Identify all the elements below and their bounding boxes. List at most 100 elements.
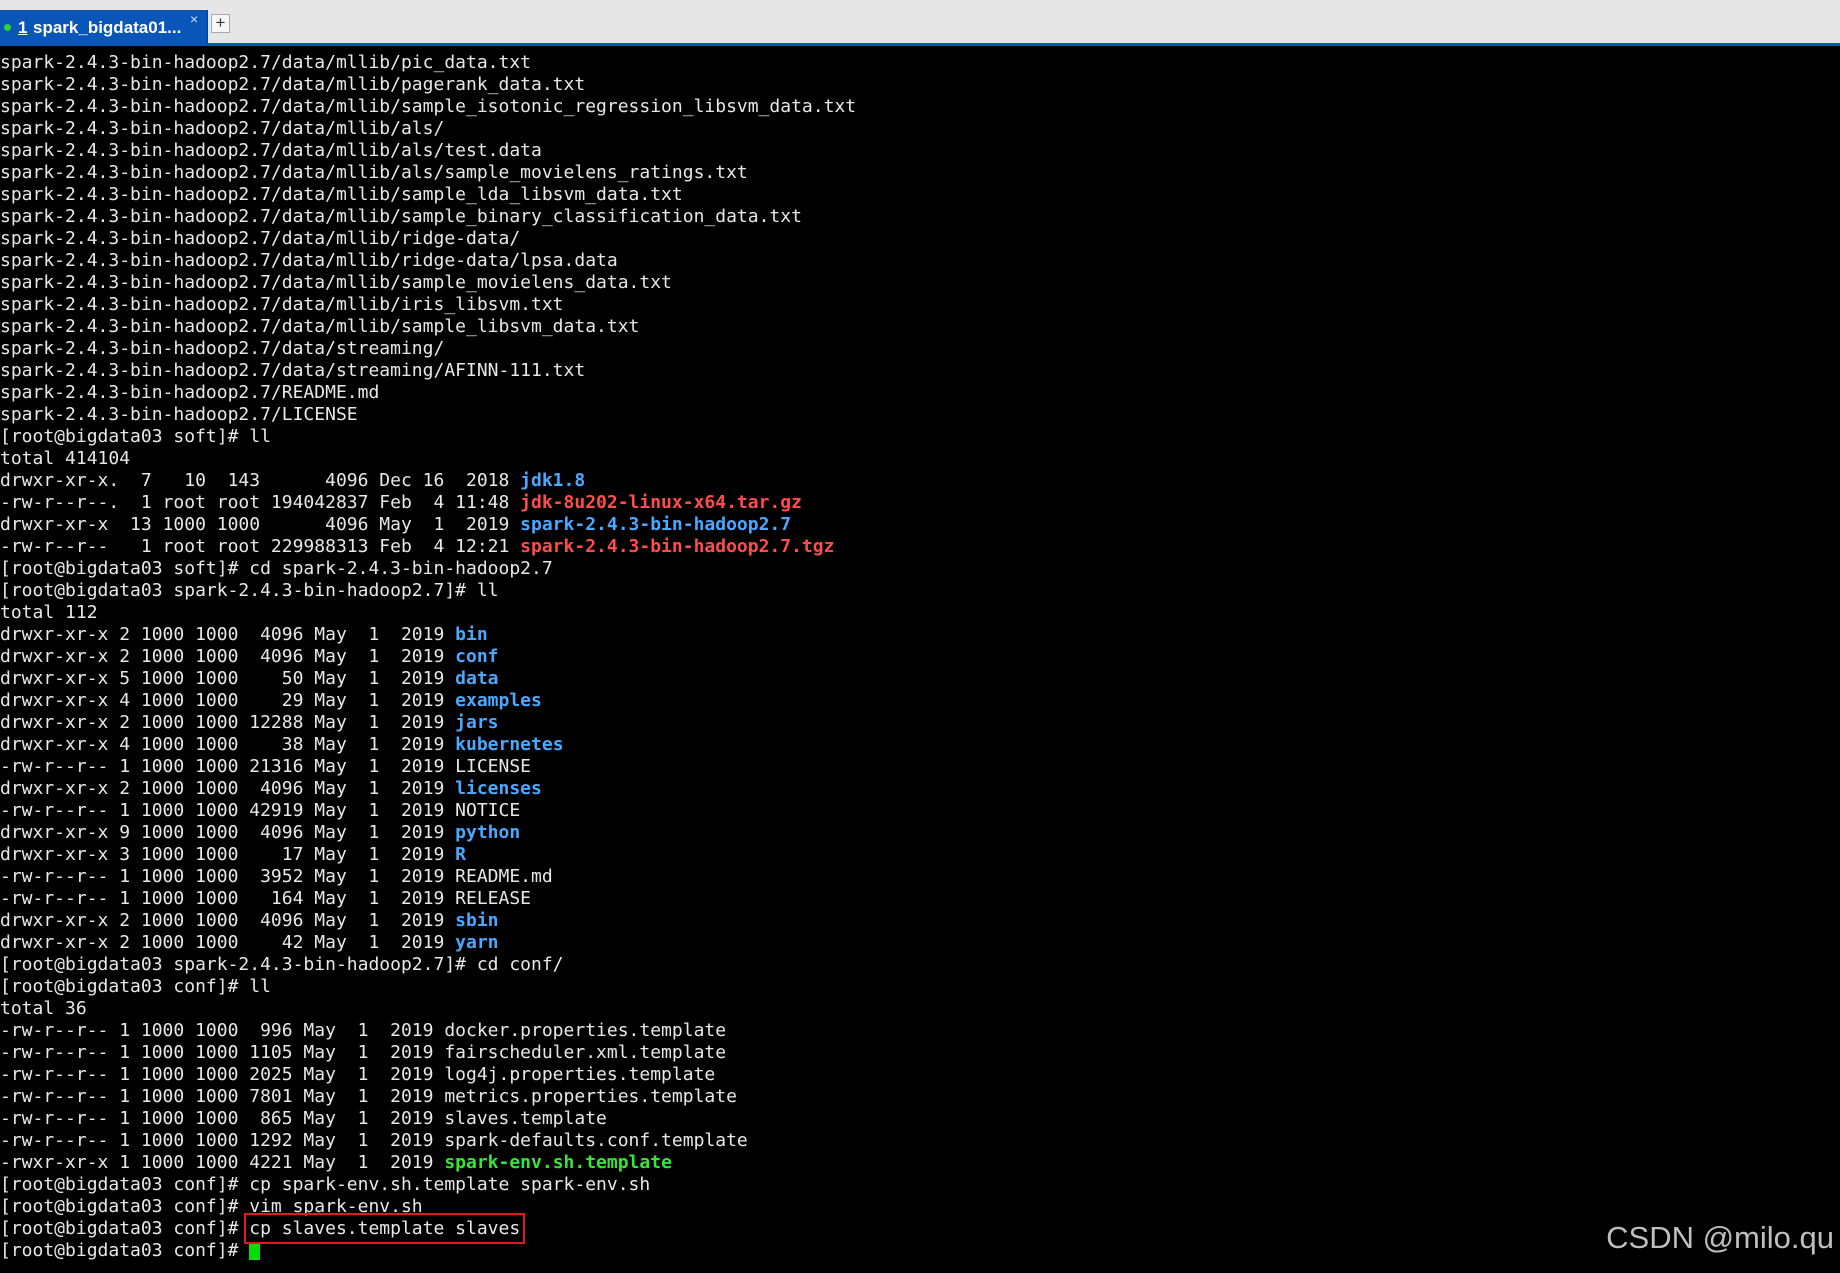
terminal-line: spark-2.4.3-bin-hadoop2.7/data/mllib/pic… [0,52,1840,74]
line-text: spark-2.4.3-bin-hadoop2.7/data/mllib/sam… [0,206,802,227]
line-text: drwxr-xr-x 4 1000 1000 29 May 1 2019 [0,690,456,711]
line-text: total 112 [0,602,98,623]
directory-name: data [455,668,499,689]
terminal-line: drwxr-xr-x. 7 10 143 4096 Dec 16 2018 jd… [0,470,1840,492]
directory-name: jdk1.8 [520,470,586,491]
terminal-line: drwxr-xr-x 5 1000 1000 50 May 1 2019 dat… [0,668,1840,690]
line-text: -rw-r--r-- 1 1000 1000 1292 May 1 2019 s… [0,1130,748,1151]
line-text: drwxr-xr-x 2 1000 1000 12288 May 1 2019 [0,712,456,733]
terminal-line: [root@bigdata03 spark-2.4.3-bin-hadoop2.… [0,580,1840,602]
line-text: -rw-r--r-- 1 1000 1000 996 May 1 2019 do… [0,1020,727,1041]
terminal-line: -rw-r--r-- 1 1000 1000 21316 May 1 2019 … [0,756,1840,778]
directory-name: kubernetes [455,734,564,755]
terminal-line: spark-2.4.3-bin-hadoop2.7/data/mllib/rid… [0,250,1840,272]
line-text: -rw-r--r-- 1 1000 1000 865 May 1 2019 sl… [0,1108,607,1129]
line-text: drwxr-xr-x 2 1000 1000 4096 May 1 2019 [0,778,456,799]
line-text: -rw-r--r-- 1 root root 229988313 Feb 4 1… [0,536,521,557]
directory-name: python [455,822,521,843]
terminal-line: -rw-r--r-- 1 1000 1000 865 May 1 2019 sl… [0,1108,1840,1130]
line-text: [root@bigdata03 conf]# [0,1218,250,1239]
terminal-line: [root@bigdata03 soft]# cd spark-2.4.3-bi… [0,558,1840,580]
line-text: drwxr-xr-x 5 1000 1000 50 May 1 2019 [0,668,456,689]
line-text: spark-2.4.3-bin-hadoop2.7/data/mllib/als… [0,162,748,183]
terminal-line: drwxr-xr-x 2 1000 1000 4096 May 1 2019 c… [0,646,1840,668]
watermark: CSDN @milo.qu [1606,1220,1834,1255]
line-text: -rw-r--r-- 1 1000 1000 3952 May 1 2019 R… [0,866,553,887]
terminal-line: [root@bigdata03 conf]# ll [0,976,1840,998]
line-text: drwxr-xr-x 2 1000 1000 42 May 1 2019 [0,932,456,953]
terminal-line: spark-2.4.3-bin-hadoop2.7/data/mllib/als… [0,162,1840,184]
line-text: [root@bigdata03 conf]# vim spark-env.sh [0,1196,423,1217]
tab-underline [0,43,1840,46]
line-text: drwxr-xr-x 3 1000 1000 17 May 1 2019 [0,844,456,865]
terminal-line: -rw-r--r-- 1 1000 1000 2025 May 1 2019 l… [0,1064,1840,1086]
terminal-line: [root@bigdata03 spark-2.4.3-bin-hadoop2.… [0,954,1840,976]
line-text: spark-2.4.3-bin-hadoop2.7/data/mllib/als… [0,118,445,139]
line-text: -rw-r--r-- 1 1000 1000 21316 May 1 2019 … [0,756,532,777]
session-tab[interactable]: 1 spark_bigdata01... × [0,10,208,45]
close-tab-icon[interactable]: × [190,10,198,37]
directory-name: licenses [455,778,542,799]
line-text: [root@bigdata03 spark-2.4.3-bin-hadoop2.… [0,580,499,601]
line-text: spark-2.4.3-bin-hadoop2.7/data/streaming… [0,360,586,381]
line-text: spark-2.4.3-bin-hadoop2.7/data/mllib/pic… [0,52,532,73]
line-text: total 414104 [0,448,131,469]
terminal-line: -rwxr-xr-x 1 1000 1000 4221 May 1 2019 s… [0,1152,1840,1174]
terminal-line: total 112 [0,602,1840,624]
terminal-line: drwxr-xr-x 13 1000 1000 4096 May 1 2019 … [0,514,1840,536]
line-text: spark-2.4.3-bin-hadoop2.7/data/mllib/sam… [0,184,683,205]
line-text: spark-2.4.3-bin-hadoop2.7/data/mllib/sam… [0,96,857,117]
directory-name: examples [455,690,542,711]
terminal-output[interactable]: spark-2.4.3-bin-hadoop2.7/data/mllib/pic… [0,52,1840,1273]
line-text: [root@bigdata03 soft]# cd spark-2.4.3-bi… [0,558,553,579]
terminal-line: spark-2.4.3-bin-hadoop2.7/data/mllib/pag… [0,74,1840,96]
line-text: [root@bigdata03 spark-2.4.3-bin-hadoop2.… [0,954,564,975]
terminal-line: drwxr-xr-x 4 1000 1000 29 May 1 2019 exa… [0,690,1840,712]
terminal-line: spark-2.4.3-bin-hadoop2.7/data/mllib/als… [0,118,1840,140]
terminal-line: [root@bigdata03 conf]# cp slaves.templat… [0,1213,1840,1244]
terminal-line: [root@bigdata03 conf]# cp spark-env.sh.t… [0,1174,1840,1196]
executable-name: spark-env.sh.template [444,1152,672,1173]
line-text: spark-2.4.3-bin-hadoop2.7/data/mllib/sam… [0,272,672,293]
line-text: spark-2.4.3-bin-hadoop2.7/data/mllib/rid… [0,250,618,271]
line-text: [root@bigdata03 conf]# [0,1240,250,1261]
terminal-line: -rw-r--r--. 1 root root 194042837 Feb 4 … [0,492,1840,514]
terminal-line: spark-2.4.3-bin-hadoop2.7/data/mllib/sam… [0,206,1840,228]
terminal-line: -rw-r--r-- 1 1000 1000 3952 May 1 2019 R… [0,866,1840,888]
terminal-line: total 36 [0,998,1840,1020]
terminal-line: drwxr-xr-x 2 1000 1000 4096 May 1 2019 s… [0,910,1840,932]
line-text: spark-2.4.3-bin-hadoop2.7/README.md [0,382,380,403]
line-text: -rw-r--r-- 1 1000 1000 164 May 1 2019 RE… [0,888,532,909]
line-text: spark-2.4.3-bin-hadoop2.7/data/mllib/pag… [0,74,586,95]
terminal-line: -rw-r--r-- 1 1000 1000 42919 May 1 2019 … [0,800,1840,822]
line-text: -rw-r--r-- 1 1000 1000 1105 May 1 2019 f… [0,1042,727,1063]
directory-name: sbin [455,910,499,931]
line-text: drwxr-xr-x 9 1000 1000 4096 May 1 2019 [0,822,456,843]
line-text: [root@bigdata03 soft]# ll [0,426,271,447]
line-text: spark-2.4.3-bin-hadoop2.7/LICENSE [0,404,358,425]
terminal-lines: spark-2.4.3-bin-hadoop2.7/data/mllib/pic… [0,52,1840,1262]
line-text: drwxr-xr-x. 7 10 143 4096 Dec 16 2018 [0,470,521,491]
directory-name: jars [455,712,499,733]
terminal-line: spark-2.4.3-bin-hadoop2.7/data/mllib/rid… [0,228,1840,250]
line-text: -rwxr-xr-x 1 1000 1000 4221 May 1 2019 [0,1152,445,1173]
add-tab-button[interactable]: + [211,14,230,33]
line-text: total 36 [0,998,87,1019]
terminal-line: [root@bigdata03 soft]# ll [0,426,1840,448]
terminal-line: [root@bigdata03 conf]# vim spark-env.sh [0,1196,1840,1218]
line-text: spark-2.4.3-bin-hadoop2.7/data/mllib/sam… [0,316,640,337]
line-text: spark-2.4.3-bin-hadoop2.7/data/mllib/iri… [0,294,564,315]
terminal-line: [root@bigdata03 conf]# [0,1240,1840,1262]
terminal-cursor [249,1242,261,1260]
terminal-line: spark-2.4.3-bin-hadoop2.7/LICENSE [0,404,1840,426]
connected-status-icon [4,24,11,31]
tab-title: spark_bigdata01... [33,18,182,37]
terminal-line: spark-2.4.3-bin-hadoop2.7/data/streaming… [0,338,1840,360]
line-text: drwxr-xr-x 2 1000 1000 4096 May 1 2019 [0,624,456,645]
directory-name: bin [455,624,488,645]
tab-bar: 1 spark_bigdata01... × + [0,0,1840,46]
archive-name: spark-2.4.3-bin-hadoop2.7.tgz [520,536,835,557]
terminal-line: spark-2.4.3-bin-hadoop2.7/data/streaming… [0,360,1840,382]
terminal-line: drwxr-xr-x 3 1000 1000 17 May 1 2019 R [0,844,1840,866]
line-text: drwxr-xr-x 13 1000 1000 4096 May 1 2019 [0,514,521,535]
